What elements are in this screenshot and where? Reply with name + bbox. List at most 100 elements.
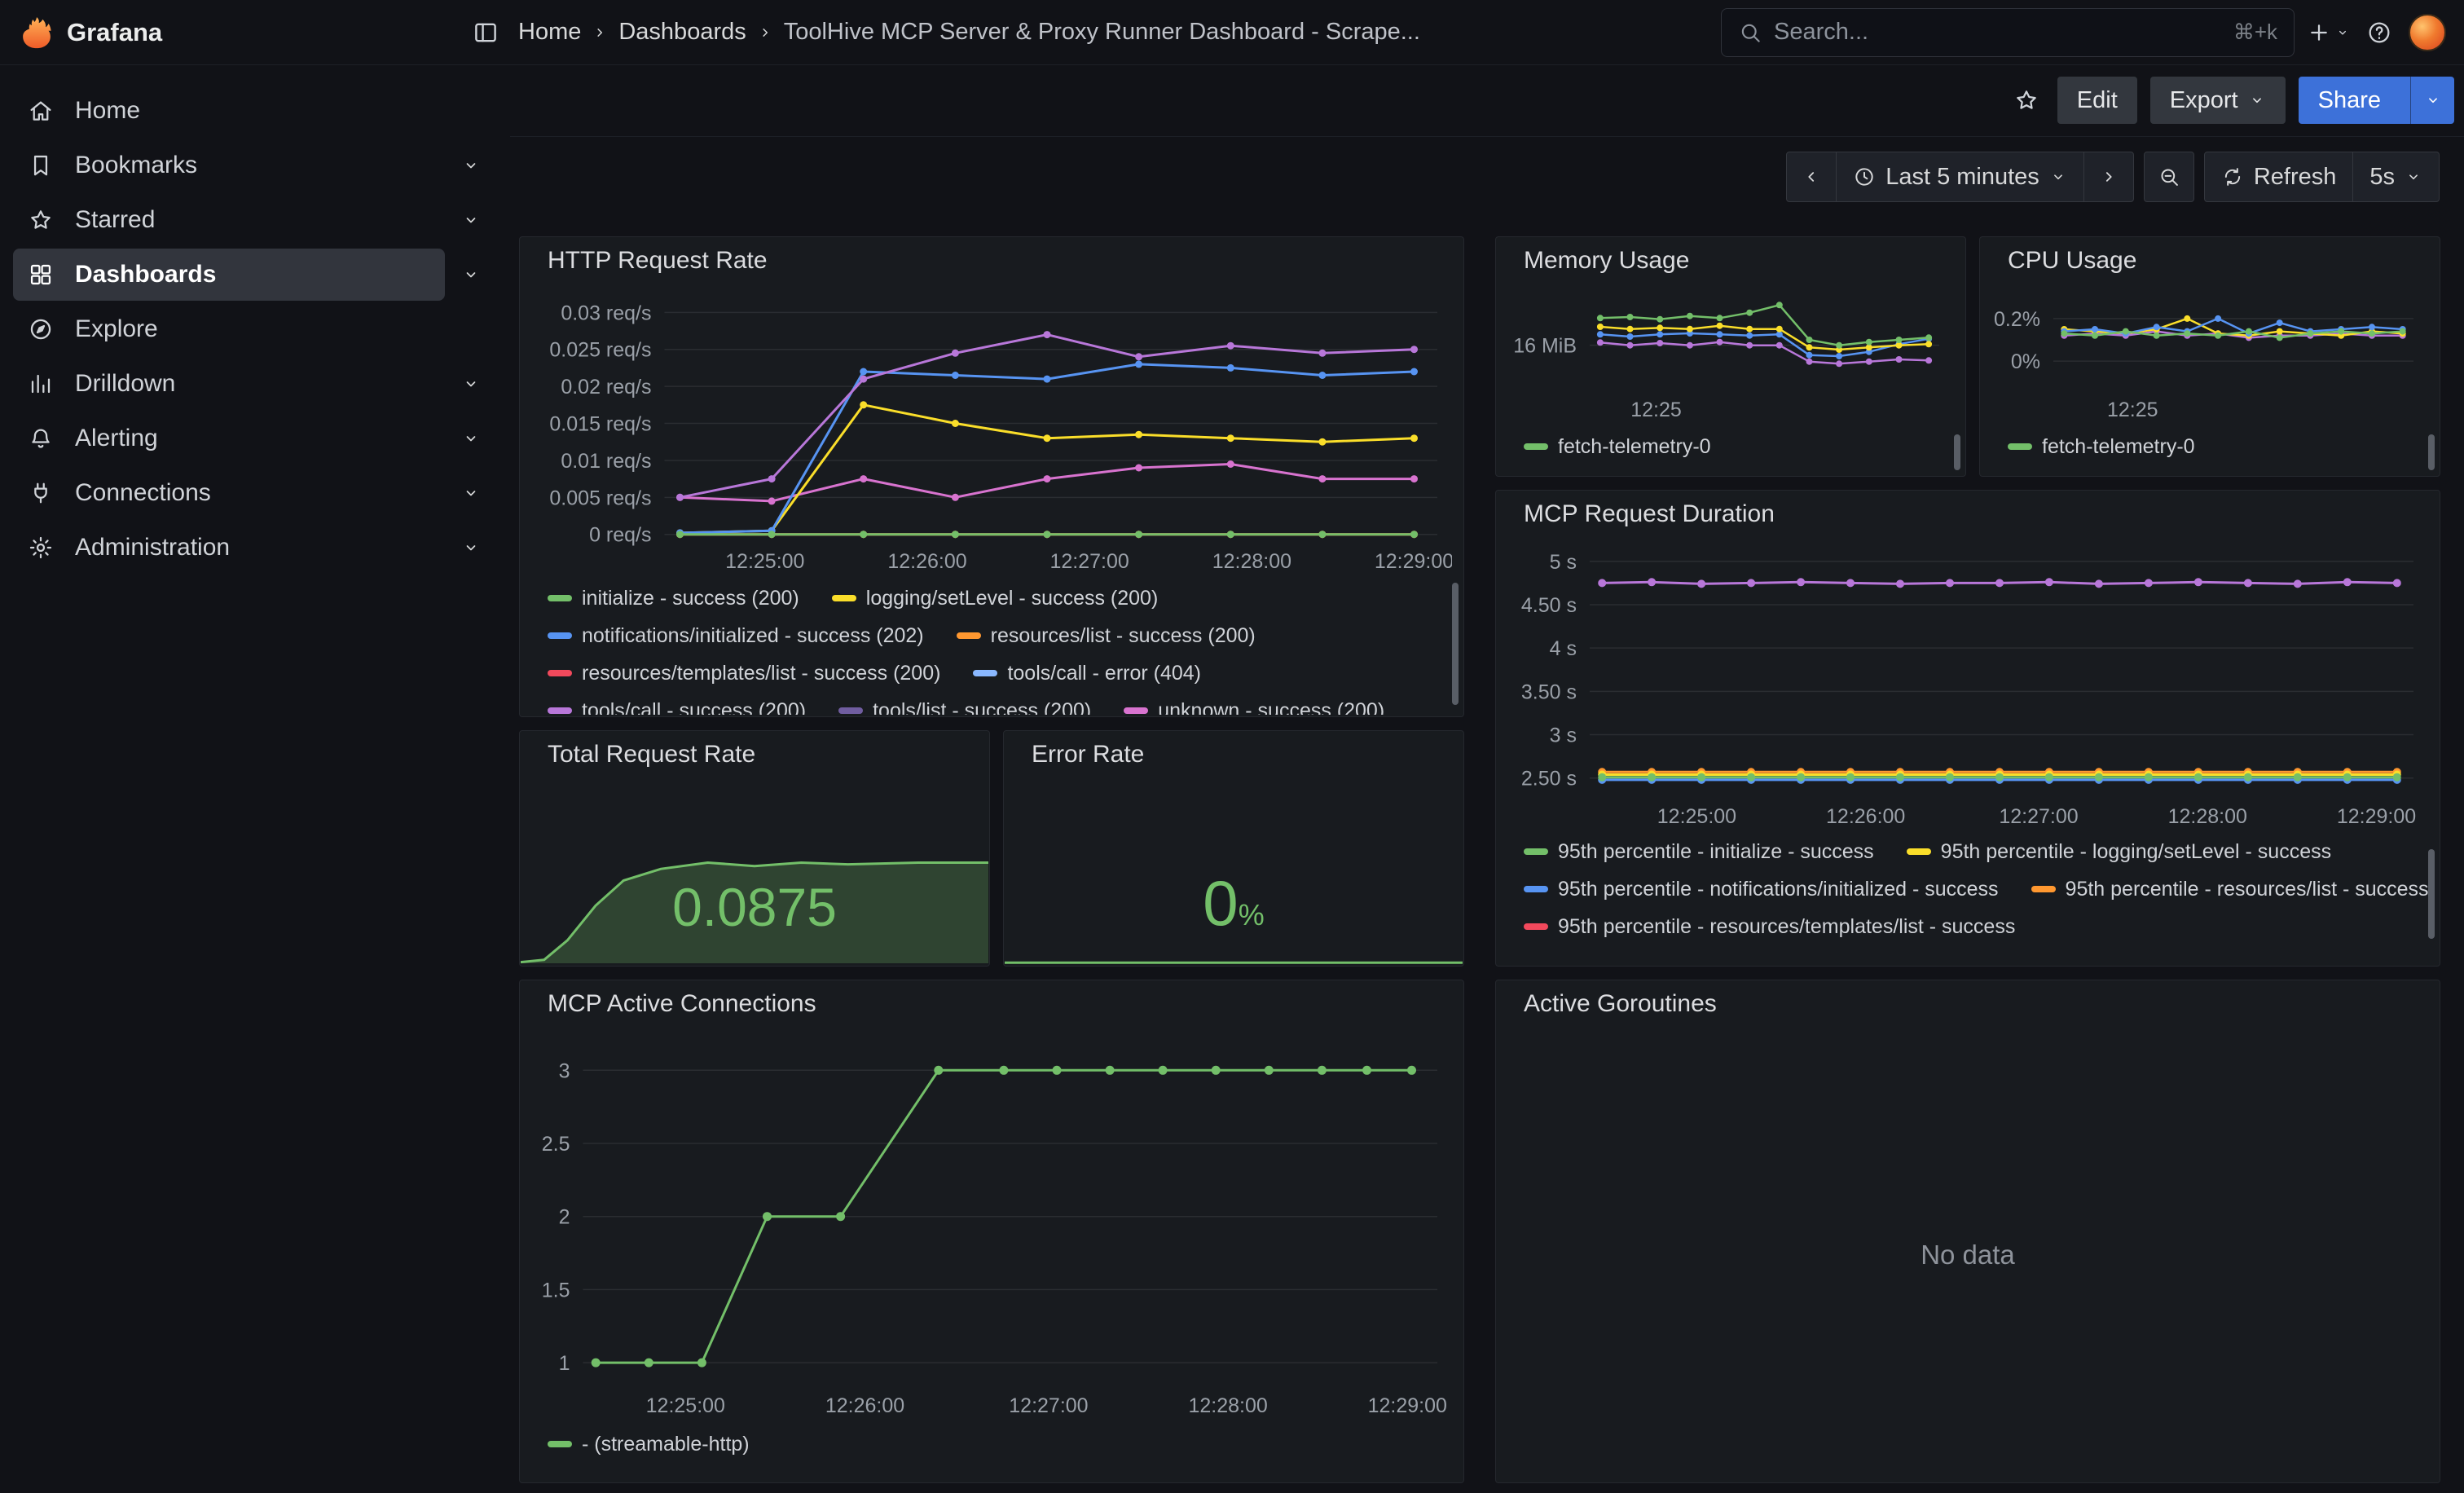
legend-item[interactable]: 95th percentile - notifications/initiali… <box>1524 875 1999 903</box>
time-back-button[interactable] <box>1786 152 1837 202</box>
legend-scrollbar[interactable] <box>2428 434 2435 470</box>
panel-title-label: CPU Usage <box>2008 247 2136 275</box>
breadcrumb-item[interactable]: Home <box>518 19 581 46</box>
sidebar-item-button[interactable]: Explore <box>13 303 497 355</box>
legend-item[interactable]: resources/list - success (200) <box>957 622 1256 650</box>
chevron-down-icon[interactable] <box>445 358 497 410</box>
legend-scrollbar[interactable] <box>1452 583 1459 705</box>
legend-scrollbar[interactable] <box>1954 434 1960 470</box>
sidebar-toggle-button[interactable] <box>468 13 504 52</box>
legend-item[interactable]: tools/call - error (404) <box>973 659 1201 687</box>
http-request-rate-chart[interactable]: 0.03 req/s0.025 req/s0.02 req/s0.015 req… <box>525 289 1452 576</box>
legend-item[interactable]: unknown - success (200) <box>1124 697 1384 715</box>
chevron-down-icon[interactable] <box>445 194 497 246</box>
sidebar-item-connections[interactable]: Connections <box>13 467 497 519</box>
legend-label: 95th percentile - initialize - success <box>1558 840 1874 864</box>
panel-title[interactable]: Total Request Rate <box>520 731 989 778</box>
mcp-active-connections-chart[interactable]: 32.521.5112:25:0012:26:0012:27:0012:28:0… <box>525 1034 1452 1420</box>
legend-item[interactable]: 95th percentile - resources/templates/li… <box>1524 913 2015 940</box>
sidebar-item-button[interactable]: Alerting <box>13 412 445 465</box>
sidebar-nav: HomeBookmarksStarredDashboardsExplore Dri… <box>0 65 510 1493</box>
breadcrumb-item[interactable]: Dashboards <box>618 19 746 46</box>
refresh-button[interactable]: Refresh <box>2204 152 2354 202</box>
star-icon <box>2013 87 2039 113</box>
time-forward-button[interactable] <box>2083 152 2134 202</box>
legend-item[interactable]: tools/call - success (200) <box>548 697 806 715</box>
legend-item[interactable]: logging/setLevel - success (200) <box>832 584 1159 612</box>
mcp-request-duration-chart[interactable]: 5 s4.50 s4 s3.50 s3 s2.50 s12:25:0012:26… <box>1501 541 2428 831</box>
legend-scrollbar[interactable] <box>2428 849 2435 939</box>
sidebar-item-label: Drilldown <box>75 370 175 398</box>
search-input[interactable]: Search... ⌘+k <box>1721 8 2295 57</box>
favorite-star-button[interactable] <box>2009 81 2044 120</box>
svg-text:4 s: 4 s <box>1550 637 1577 660</box>
chevron-down-icon[interactable] <box>445 412 497 465</box>
legend-label: fetch-telemetry-0 <box>1558 435 1711 459</box>
help-button[interactable] <box>2361 13 2397 52</box>
grafana-logo[interactable] <box>18 14 55 51</box>
legend-item[interactable]: 95th percentile - resources/list - succe… <box>2031 875 2429 903</box>
plus-icon <box>2306 20 2332 46</box>
svg-text:12:26:00: 12:26:00 <box>1826 805 1905 828</box>
panel-title[interactable]: HTTP Request Rate <box>520 237 1463 284</box>
cpu-usage-chart[interactable]: 0.2%0%12:25 <box>1985 281 2428 425</box>
chevron-down-icon[interactable] <box>445 467 497 519</box>
memory-usage-chart[interactable]: 16 MiB12:25 <box>1501 281 1954 425</box>
legend-item[interactable]: 95th percentile - logging/setLevel - suc… <box>1907 838 2331 865</box>
legend-item[interactable]: 95th percentile - initialize - success <box>1524 838 1874 865</box>
header-actions: Search... ⌘+k <box>1721 8 2446 57</box>
legend-color-marker <box>1124 707 1148 714</box>
sidebar-item-dashboards[interactable]: Dashboards <box>13 249 497 301</box>
sidebar-item-explore[interactable]: Explore <box>13 303 497 355</box>
chevron-down-icon[interactable] <box>445 522 497 574</box>
panel-mcp-active-connections: MCP Active Connections 32.521.5112:25:00… <box>519 980 1464 1483</box>
chevron-down-icon[interactable] <box>445 249 497 301</box>
panel-title[interactable]: MCP Request Duration <box>1496 491 2440 538</box>
legend-item[interactable]: fetch-telemetry-0 <box>1524 433 1711 460</box>
svg-text:0%: 0% <box>2011 350 2040 373</box>
chevron-down-icon[interactable] <box>445 139 497 192</box>
no-data-message: No data <box>1496 1028 2440 1482</box>
sidebar-item-home[interactable]: Home <box>13 85 497 137</box>
legend-item[interactable]: notifications/initialized - success (202… <box>548 622 924 650</box>
share-button[interactable]: Share <box>2299 77 2454 124</box>
chevron-down-icon <box>2424 91 2442 109</box>
legend-item[interactable]: initialize - success (200) <box>548 584 799 612</box>
edit-button[interactable]: Edit <box>2057 77 2137 124</box>
sidebar-item-button[interactable]: Administration <box>13 522 445 574</box>
sidebar-item-administration[interactable]: Administration <box>13 522 497 574</box>
http-request-rate-legend: initialize - success (200) logging/setLev… <box>548 584 1454 715</box>
sidebar-item-button[interactable]: Dashboards <box>13 249 445 301</box>
sidebar-item-button[interactable]: Home <box>13 85 497 137</box>
sidebar-item-starred[interactable]: Starred <box>13 194 497 246</box>
sidebar-item-button[interactable]: Drilldown <box>13 358 445 410</box>
panel-title[interactable]: Active Goroutines <box>1496 980 2440 1028</box>
panel-title[interactable]: MCP Active Connections <box>520 980 1463 1028</box>
panel-title-label: Active Goroutines <box>1524 990 1717 1018</box>
sidebar-item-button[interactable]: Bookmarks <box>13 139 445 192</box>
refresh-interval-picker[interactable]: 5s <box>2352 152 2440 202</box>
share-dropdown-button[interactable] <box>2410 77 2454 124</box>
legend-item[interactable]: resources/templates/list - success (200) <box>548 659 940 687</box>
user-avatar[interactable] <box>2409 14 2446 51</box>
sidebar-item-button[interactable]: Connections <box>13 467 445 519</box>
sidebar-item-bookmarks[interactable]: Bookmarks <box>13 139 497 192</box>
panel-title[interactable]: CPU Usage <box>1980 237 2440 284</box>
svg-text:1: 1 <box>559 1352 570 1375</box>
legend-item[interactable]: fetch-telemetry-0 <box>2008 433 2195 460</box>
panel-title[interactable]: Error Rate <box>1004 731 1463 778</box>
bookmark-icon <box>28 152 54 178</box>
export-button[interactable]: Export <box>2150 77 2286 124</box>
legend-item[interactable]: tools/list - success (200) <box>838 697 1091 715</box>
legend-item[interactable]: - (streamable-http) <box>548 1430 750 1458</box>
chevron-left-icon <box>1801 166 1822 187</box>
time-range-picker[interactable]: Last 5 minutes <box>1836 152 2084 202</box>
svg-text:0.015 req/s: 0.015 req/s <box>549 413 651 436</box>
sidebar-item-alerting[interactable]: Alerting <box>13 412 497 465</box>
sidebar-item-drilldown[interactable]: Drilldown <box>13 358 497 410</box>
legend-color-marker <box>548 1441 572 1447</box>
add-button[interactable] <box>2306 13 2350 52</box>
zoom-out-button[interactable] <box>2144 152 2194 202</box>
sidebar-item-button[interactable]: Starred <box>13 194 445 246</box>
panel-title[interactable]: Memory Usage <box>1496 237 1965 284</box>
